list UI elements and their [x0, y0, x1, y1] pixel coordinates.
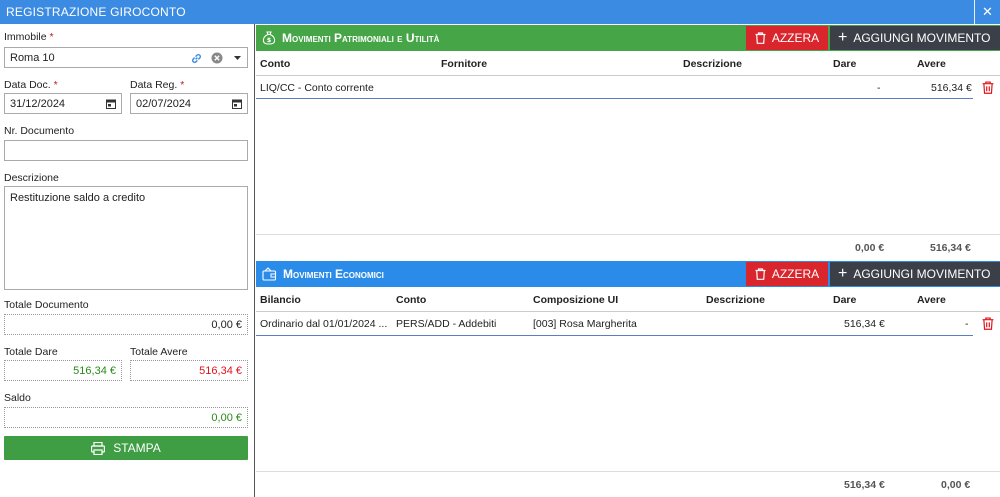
totale-dare-field: 516,34 € — [4, 360, 122, 381]
window-titlebar: REGISTRAZIONE GIROCONTO ✕ — [0, 0, 1000, 24]
row-underline — [256, 335, 973, 336]
window-title: REGISTRAZIONE GIROCONTO — [6, 5, 186, 19]
data-reg-input[interactable]: 02/07/2024 — [130, 93, 248, 114]
calendar-icon[interactable] — [106, 99, 116, 109]
patrimoniali-add-button[interactable]: + AGGIUNGI MOVIMENTO — [830, 26, 1000, 50]
economici-title: Movimenti Economici — [283, 267, 384, 281]
patrimoniali-azzera-button[interactable]: AZZERA — [746, 26, 828, 50]
stampa-button[interactable]: STAMPA — [4, 436, 248, 460]
data-doc-value: 31/12/2024 — [10, 97, 66, 110]
totale-avere-field: 516,34 € — [130, 360, 248, 381]
trash-icon — [755, 32, 766, 44]
link-icon[interactable] — [190, 52, 203, 65]
divider — [256, 234, 1000, 235]
economici-add-button[interactable]: + AGGIUNGI MOVIMENTO — [830, 262, 1000, 286]
close-button[interactable]: ✕ — [974, 0, 1000, 24]
descrizione-label: Descrizione — [4, 172, 59, 184]
col-bilancio: Bilancio — [260, 294, 301, 306]
divider — [256, 311, 1000, 312]
row-conto: LIQ/CC - Conto corrente — [260, 82, 374, 94]
col-composizione: Composizione UI — [533, 294, 619, 306]
wallet-icon — [262, 267, 277, 281]
row-avere: - — [965, 318, 969, 330]
col-descrizione: Descrizione — [706, 294, 765, 306]
calendar-icon[interactable] — [232, 99, 242, 109]
close-icon: ✕ — [981, 4, 994, 19]
descrizione-textarea[interactable]: Restituzione saldo a credito — [4, 186, 248, 290]
totale-dare-label: Totale Dare — [4, 346, 58, 358]
row-dare: - — [877, 82, 881, 94]
form-panel: Immobile * Roma 10 Data Doc. * 31/12/202… — [0, 24, 255, 497]
col-dare: Dare — [833, 58, 857, 70]
row-bilancio: Ordinario dal 01/01/2024 ... — [260, 318, 388, 330]
clear-icon[interactable] — [211, 52, 223, 64]
trash-icon — [755, 268, 766, 280]
col-descrizione: Descrizione — [683, 58, 742, 70]
data-doc-input[interactable]: 31/12/2024 — [4, 93, 122, 114]
data-doc-label: Data Doc. * — [4, 79, 58, 91]
stampa-label: STAMPA — [113, 441, 161, 455]
economici-total-avere: 0,00 € — [941, 479, 971, 491]
col-avere: Avere — [917, 58, 946, 70]
col-conto: Conto — [396, 294, 427, 306]
economici-azzera-button[interactable]: AZZERA — [746, 262, 828, 286]
col-dare: Dare — [833, 294, 857, 306]
totale-documento-label: Totale Documento — [4, 299, 89, 311]
nr-documento-input[interactable] — [4, 140, 248, 161]
row-conto: PERS/ADD - Addebiti — [396, 318, 497, 330]
printer-icon — [91, 441, 106, 455]
divider — [256, 471, 1000, 472]
row-composizione: [003] Rosa Margherita — [533, 318, 637, 330]
saldo-field: 0,00 € — [4, 407, 248, 428]
totale-avere-label: Totale Avere — [130, 346, 188, 358]
totale-documento-field: 0,00 € — [4, 314, 248, 335]
data-reg-value: 02/07/2024 — [136, 97, 192, 110]
row-dare: 516,34 € — [844, 318, 885, 330]
col-fornitore: Fornitore — [441, 58, 488, 70]
immobile-label: Immobile * — [4, 31, 54, 43]
immobile-select[interactable]: Roma 10 — [4, 47, 248, 68]
patrimoniali-total-dare: 0,00 € — [855, 242, 885, 254]
chevron-down-icon[interactable] — [234, 56, 241, 61]
plus-icon: + — [838, 265, 848, 282]
money-bag-icon: $ — [262, 31, 276, 45]
col-avere: Avere — [917, 294, 946, 306]
row-avere: 516,34 € — [931, 82, 972, 94]
nr-documento-label: Nr. Documento — [4, 125, 75, 137]
delete-row-icon[interactable] — [982, 317, 994, 330]
plus-icon: + — [838, 29, 848, 46]
svg-text:$: $ — [267, 36, 272, 44]
patrimoniali-title: Movimenti Patrimoniali e Utilità — [282, 31, 440, 45]
immobile-value: Roma 10 — [10, 51, 55, 64]
col-conto: Conto — [260, 58, 291, 70]
saldo-label: Saldo — [4, 392, 31, 404]
patrimoniali-total-avere: 516,34 € — [930, 242, 971, 254]
row-underline — [256, 98, 973, 99]
delete-row-icon[interactable] — [982, 81, 994, 94]
data-reg-label: Data Reg. * — [130, 79, 185, 91]
economici-total-dare: 516,34 € — [844, 479, 885, 491]
divider — [256, 75, 1000, 76]
